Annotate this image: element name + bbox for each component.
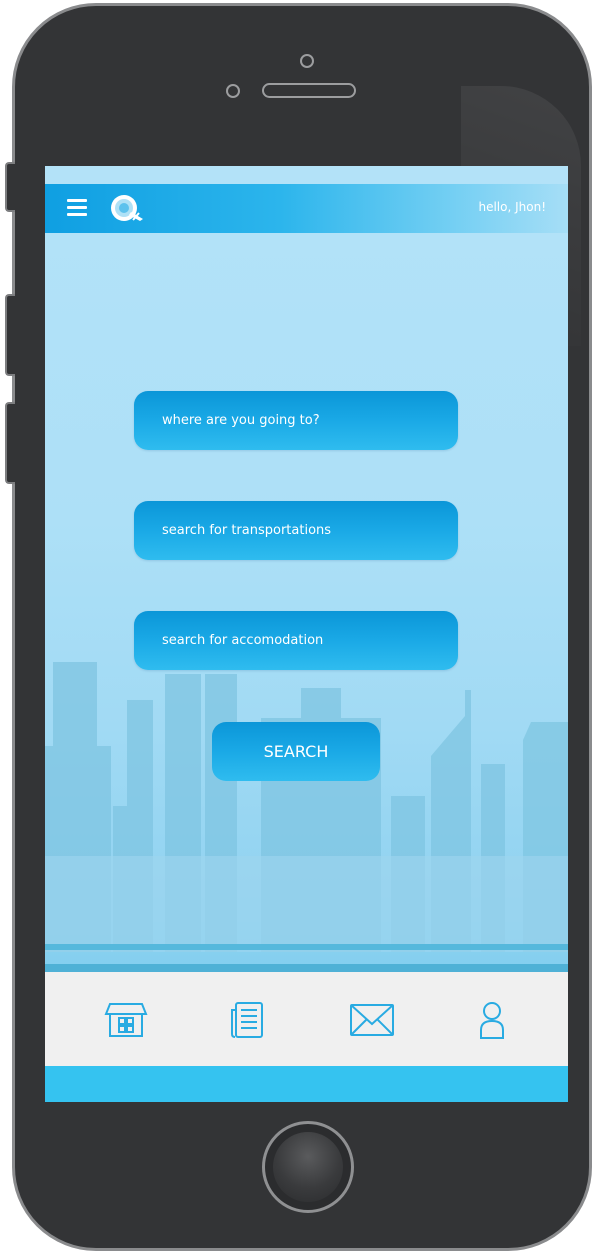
- transportation-search-input[interactable]: search for transportations: [134, 501, 458, 560]
- mute-switch[interactable]: [5, 162, 15, 212]
- app-header: hello, Jhon!: [45, 184, 568, 233]
- destination-input[interactable]: where are you going to?: [134, 391, 458, 450]
- earpiece-speaker: [262, 83, 356, 98]
- user-icon[interactable]: [470, 1000, 514, 1040]
- horizon-line: [45, 944, 568, 950]
- app-screen: hello, Jhon! where are you going to? sea…: [45, 166, 568, 1102]
- home-button[interactable]: [262, 1121, 354, 1213]
- mail-icon[interactable]: [350, 1000, 394, 1040]
- accommodation-search-input[interactable]: search for accomodation: [134, 611, 458, 670]
- globe-plane-logo-icon[interactable]: [107, 192, 147, 226]
- bottom-navigation: [45, 972, 568, 1066]
- user-greeting: hello, Jhon!: [478, 200, 546, 214]
- news-icon[interactable]: [226, 1000, 270, 1040]
- search-button[interactable]: SEARCH: [212, 722, 380, 781]
- horizon-line-lower: [45, 964, 568, 972]
- proximity-sensor: [226, 84, 240, 98]
- front-camera: [300, 54, 314, 68]
- volume-down-button[interactable]: [5, 402, 15, 484]
- bottom-strip: [45, 1066, 568, 1102]
- hamburger-menu-icon[interactable]: [67, 199, 87, 217]
- volume-up-button[interactable]: [5, 294, 15, 376]
- store-icon[interactable]: [104, 1000, 148, 1040]
- home-button-face: [273, 1132, 343, 1202]
